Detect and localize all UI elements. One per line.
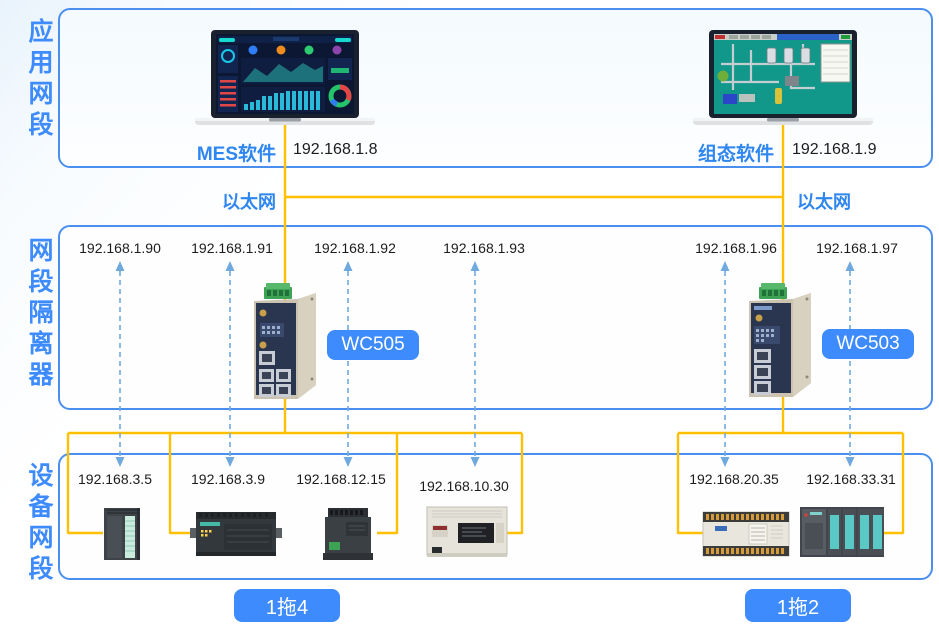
device-ip-label: 192.168.33.31 [806, 471, 896, 487]
mes-ip-label: 192.168.1.8 [293, 141, 378, 159]
scada-software-label: 组态软件 [692, 139, 774, 166]
scada-ip-label: 192.168.1.9 [792, 141, 877, 159]
plc-device-image-2 [190, 508, 282, 560]
device-ip-label: 192.168.12.15 [296, 471, 386, 487]
isolator-ip-label: 192.168.1.96 [695, 240, 777, 256]
isolator-ip-label: 192.168.1.93 [443, 240, 525, 256]
wc503-gateway-image [741, 281, 817, 401]
device-ip-label: 192.168.3.5 [78, 471, 152, 487]
isolator-ip-label: 192.168.1.92 [314, 240, 396, 256]
wc505-model-badge: WC505 [327, 330, 419, 360]
plc-device-image-3 [320, 506, 375, 562]
isolator-ip-label: 192.168.1.90 [79, 240, 161, 256]
plc-device-image-4 [424, 503, 510, 561]
one-to-four-badge: 1拖4 [234, 589, 340, 622]
scada-laptop-image [693, 30, 873, 128]
isolator-ip-label: 192.168.1.97 [816, 240, 898, 256]
network-topology-diagram: 应用网段 网段隔离器 设备网段 [0, 0, 939, 634]
plc-device-image-5 [701, 506, 791, 560]
ethernet-label-left: 以太网 [216, 188, 276, 214]
mes-software-label: MES软件 [190, 139, 276, 166]
plc-device-image-6 [798, 503, 886, 560]
plc-device-image-1 [100, 506, 145, 562]
wc503-model-badge: WC503 [822, 329, 914, 359]
device-ip-label: 192.168.20.35 [689, 471, 779, 487]
device-ip-label: 192.168.10.30 [419, 478, 509, 494]
mes-laptop-image [195, 30, 375, 128]
wc505-gateway-image [246, 281, 322, 403]
one-to-two-badge: 1拖2 [745, 589, 851, 622]
isolator-ip-label: 192.168.1.91 [191, 240, 273, 256]
ethernet-label-right: 以太网 [797, 188, 851, 214]
device-ip-label: 192.168.3.9 [191, 471, 265, 487]
